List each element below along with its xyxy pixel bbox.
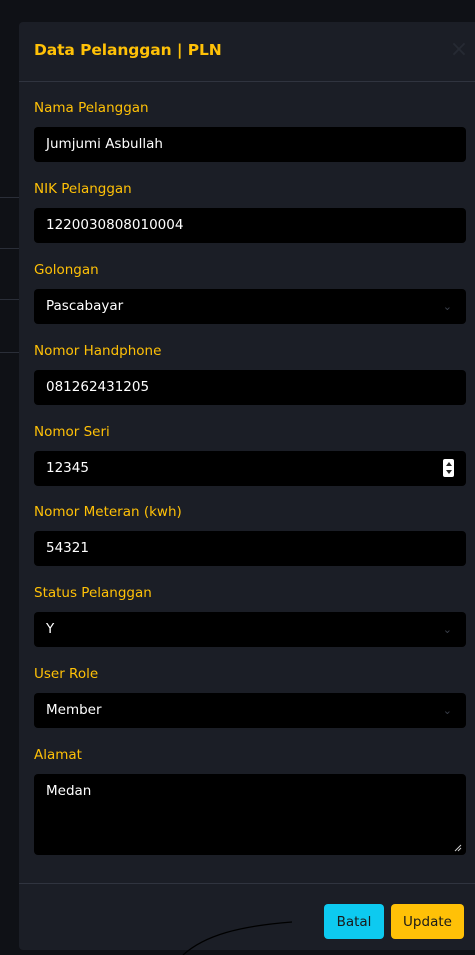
- nama-label: Nama Pelanggan: [34, 100, 149, 116]
- golongan-select[interactable]: Pascabayar ⌄: [34, 289, 466, 324]
- field-golongan: Golongan Pascabayar ⌄: [34, 260, 466, 324]
- hp-input[interactable]: 081262431205: [34, 370, 466, 405]
- modal-header: Data Pelanggan | PLN ×: [19, 22, 475, 82]
- alamat-value: Medan: [46, 783, 92, 799]
- close-icon[interactable]: ×: [449, 39, 469, 61]
- nik-input[interactable]: 1220030808010004: [34, 208, 466, 243]
- field-role: User Role Member ⌄: [34, 664, 466, 728]
- status-label: Status Pelanggan: [34, 585, 152, 601]
- meteran-label: Nomor Meteran (kwh): [34, 504, 182, 520]
- chevron-down-icon: ⌄: [442, 704, 452, 717]
- seri-label: Nomor Seri: [34, 424, 110, 440]
- number-spinner-icon[interactable]: [443, 459, 454, 477]
- chevron-down-icon: ⌄: [442, 300, 452, 313]
- field-alamat: Alamat Medan: [34, 745, 466, 855]
- field-nik: NIK Pelanggan 1220030808010004: [34, 179, 466, 243]
- field-seri: Nomor Seri 12345: [34, 422, 466, 486]
- chevron-down-icon: ⌄: [442, 623, 452, 636]
- cancel-button[interactable]: Batal: [324, 904, 384, 939]
- hp-label: Nomor Handphone: [34, 343, 162, 359]
- field-status: Status Pelanggan Y ⌄: [34, 583, 466, 647]
- modal-body: Nama Pelanggan Jumjumi Asbullah NIK Pela…: [19, 82, 475, 855]
- status-select[interactable]: Y ⌄: [34, 612, 466, 647]
- status-selected-value: Y: [46, 621, 55, 637]
- seri-number-input[interactable]: 12345: [34, 451, 466, 486]
- resize-grip-icon[interactable]: [454, 844, 462, 852]
- alamat-label: Alamat: [34, 747, 82, 763]
- modal-title: Data Pelanggan | PLN: [34, 41, 222, 59]
- field-hp: Nomor Handphone 081262431205: [34, 341, 466, 405]
- golongan-selected-value: Pascabayar: [46, 298, 124, 314]
- field-meteran: Nomor Meteran (kwh) 54321: [34, 502, 466, 566]
- role-selected-value: Member: [46, 702, 102, 718]
- field-nama: Nama Pelanggan Jumjumi Asbullah: [34, 98, 466, 162]
- role-select[interactable]: Member ⌄: [34, 693, 466, 728]
- customer-data-modal: Data Pelanggan | PLN × Nama Pelanggan Ju…: [19, 22, 475, 950]
- nik-label: NIK Pelanggan: [34, 181, 132, 197]
- alamat-textarea[interactable]: Medan: [34, 774, 466, 855]
- modal-footer: Batal Update: [19, 883, 475, 950]
- update-button[interactable]: Update: [391, 904, 464, 939]
- meteran-input[interactable]: 54321: [34, 531, 466, 566]
- seri-value: 12345: [46, 460, 89, 476]
- golongan-label: Golongan: [34, 262, 99, 278]
- nama-input[interactable]: Jumjumi Asbullah: [34, 127, 466, 162]
- role-label: User Role: [34, 666, 99, 682]
